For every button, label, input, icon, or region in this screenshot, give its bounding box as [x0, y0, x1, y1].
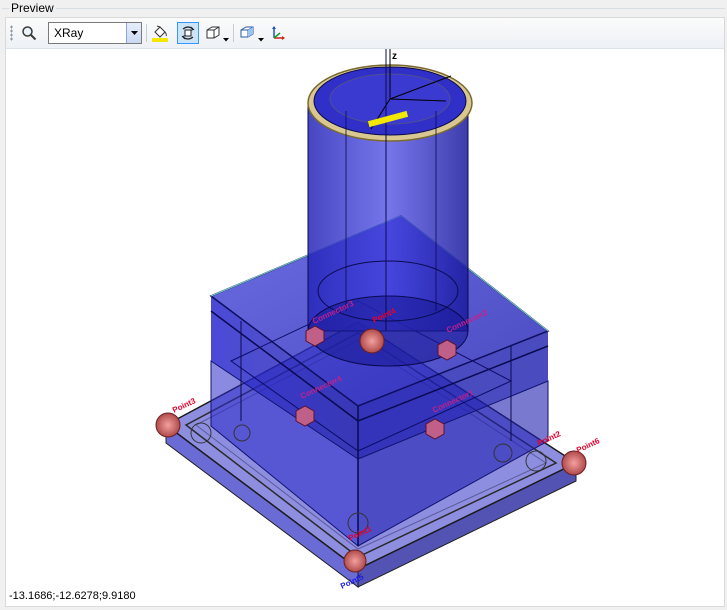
- bounding-box-icon: [206, 26, 220, 39]
- xray-model: z Connector3 Connector2 Connector4 Conne…: [155, 49, 601, 591]
- toolbar-separator: [146, 24, 147, 42]
- render-mode-select[interactable]: XRay: [48, 22, 142, 44]
- paint-bucket-icon: [152, 25, 168, 42]
- axis-z-label: z: [392, 51, 397, 62]
- chevron-down-icon[interactable]: [126, 23, 141, 43]
- group-title: Preview: [9, 1, 56, 15]
- view-cube-icon: [240, 26, 254, 38]
- toolbar-grip[interactable]: [10, 25, 13, 41]
- magnifier-icon: [22, 26, 37, 41]
- rotate-view-icon: [181, 26, 195, 40]
- fill-color-button[interactable]: [149, 22, 171, 44]
- show-axes-button[interactable]: [267, 22, 289, 44]
- cylinder-column: [307, 49, 473, 367]
- render-mode-value: XRay: [54, 26, 84, 40]
- cursor-coordinates: -13.1686;-12.6278;9.9180: [9, 590, 136, 602]
- preview-panel: XRay z Connector3 Connector2 Connector4 …: [5, 17, 725, 607]
- chevron-down-icon[interactable]: [258, 31, 264, 45]
- views-button[interactable]: [237, 22, 259, 44]
- preview-group: Preview: [0, 0, 727, 16]
- toolbar: XRay: [6, 18, 724, 49]
- axes-icon: [272, 26, 285, 40]
- zoom-button[interactable]: [18, 22, 40, 44]
- toolbar-separator: [233, 24, 234, 42]
- bounding-box-button[interactable]: [202, 22, 224, 44]
- group-divider: [2, 8, 725, 9]
- rotate-view-button[interactable]: [177, 22, 199, 44]
- point6-label: Point6: [575, 436, 601, 455]
- chevron-down-icon[interactable]: [223, 31, 229, 45]
- 3d-viewport[interactable]: z Connector3 Connector2 Connector4 Conne…: [6, 49, 724, 606]
